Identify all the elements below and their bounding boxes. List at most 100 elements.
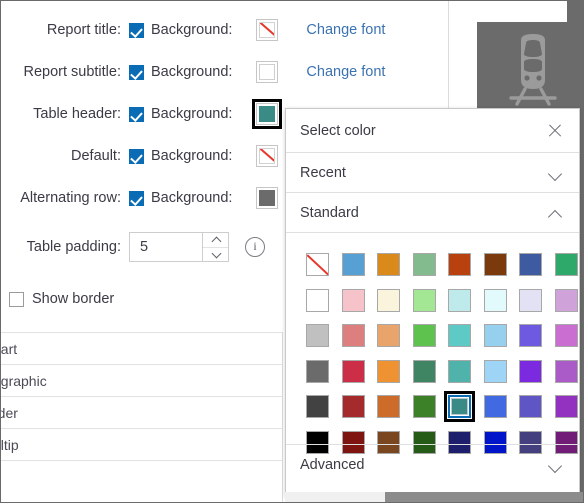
- background-checkbox-default[interactable]: [129, 148, 144, 164]
- list-item[interactable]: [1, 460, 283, 492]
- color-swatch[interactable]: [519, 253, 543, 277]
- color-swatch[interactable]: [483, 359, 507, 383]
- color-swatch-cell[interactable]: [549, 283, 584, 319]
- color-swatch-cell[interactable]: [478, 247, 514, 283]
- change-font-link-report-title[interactable]: Change font: [306, 22, 385, 38]
- color-swatch-cell[interactable]: [513, 389, 549, 425]
- color-swatch-cell[interactable]: [300, 283, 336, 319]
- color-swatch-cell[interactable]: [300, 247, 336, 283]
- color-swatch-cell[interactable]: [336, 389, 372, 425]
- color-swatch-cell[interactable]: [336, 318, 372, 354]
- color-swatch[interactable]: [451, 398, 468, 415]
- color-swatch[interactable]: [306, 395, 330, 419]
- chevron-down-icon[interactable]: [203, 248, 228, 262]
- color-swatch[interactable]: [377, 253, 401, 277]
- background-color-button-report-title[interactable]: [256, 19, 279, 41]
- color-swatch-cell[interactable]: [407, 318, 443, 354]
- color-swatch-cell[interactable]: [371, 354, 407, 390]
- color-swatch-cell[interactable]: [478, 389, 514, 425]
- color-swatch[interactable]: [483, 253, 507, 277]
- color-swatch[interactable]: [341, 324, 365, 348]
- info-icon[interactable]: [245, 237, 265, 257]
- color-swatch-cell[interactable]: [442, 247, 478, 283]
- color-swatch[interactable]: [412, 359, 436, 383]
- no-color-swatch-icon[interactable]: [306, 253, 330, 277]
- chevron-up-icon[interactable]: [549, 206, 563, 220]
- color-swatch-cell[interactable]: [442, 318, 478, 354]
- color-swatch-cell[interactable]: [407, 247, 443, 283]
- color-swatch[interactable]: [306, 359, 330, 383]
- color-swatch[interactable]: [554, 253, 578, 277]
- color-swatch-cell[interactable]: [300, 354, 336, 390]
- color-swatch[interactable]: [519, 359, 543, 383]
- color-swatch-cell[interactable]: [549, 389, 584, 425]
- chevron-up-icon[interactable]: [203, 233, 228, 248]
- list-item[interactable]: ographic: [1, 364, 283, 396]
- show-border-checkbox[interactable]: [9, 291, 24, 307]
- color-swatch[interactable]: [448, 324, 472, 348]
- section-advanced[interactable]: Advanced: [286, 444, 579, 484]
- color-swatch-cell[interactable]: [442, 389, 478, 425]
- color-swatch-cell[interactable]: [513, 283, 549, 319]
- color-swatch[interactable]: [448, 359, 472, 383]
- list-item[interactable]: rder: [1, 396, 283, 428]
- color-swatch-cell[interactable]: [513, 354, 549, 390]
- color-swatch-cell[interactable]: [549, 354, 584, 390]
- color-swatch-cell[interactable]: [549, 247, 584, 283]
- color-swatch-cell[interactable]: [300, 389, 336, 425]
- color-swatch-cell[interactable]: [513, 247, 549, 283]
- color-swatch-cell[interactable]: [478, 283, 514, 319]
- color-swatch[interactable]: [412, 253, 436, 277]
- background-color-button-default[interactable]: [256, 145, 279, 167]
- color-swatch[interactable]: [341, 288, 365, 312]
- color-swatch-cell[interactable]: [336, 283, 372, 319]
- color-swatch-cell[interactable]: [478, 318, 514, 354]
- horizontal-scrollbar-thumb[interactable]: [385, 492, 583, 502]
- color-swatch[interactable]: [483, 324, 507, 348]
- background-checkbox-report-title[interactable]: [129, 22, 144, 38]
- list-item[interactable]: oltip: [1, 428, 283, 460]
- color-swatch[interactable]: [377, 288, 401, 312]
- color-swatch-cell[interactable]: [407, 354, 443, 390]
- color-swatch[interactable]: [341, 359, 365, 383]
- background-color-button-alternating-row[interactable]: [256, 187, 279, 209]
- show-border-row[interactable]: Show border: [9, 284, 114, 314]
- color-swatch-cell[interactable]: [371, 318, 407, 354]
- color-swatch-cell[interactable]: [336, 354, 372, 390]
- color-swatch[interactable]: [341, 253, 365, 277]
- color-swatch-cell[interactable]: [549, 318, 584, 354]
- table-padding-value[interactable]: 5: [130, 233, 202, 261]
- color-swatch[interactable]: [448, 288, 472, 312]
- color-swatch-cell[interactable]: [442, 283, 478, 319]
- color-swatch[interactable]: [519, 324, 543, 348]
- color-swatch[interactable]: [554, 395, 578, 419]
- color-swatch[interactable]: [483, 288, 507, 312]
- color-swatch[interactable]: [377, 395, 401, 419]
- chevron-down-icon[interactable]: [549, 458, 563, 472]
- background-checkbox-report-subtitle[interactable]: [129, 64, 144, 80]
- color-swatch-cell[interactable]: [371, 247, 407, 283]
- change-font-link-report-subtitle[interactable]: Change font: [306, 64, 385, 80]
- color-swatch[interactable]: [554, 359, 578, 383]
- color-swatch[interactable]: [377, 359, 401, 383]
- table-padding-stepper[interactable]: 5: [129, 232, 229, 262]
- section-standard[interactable]: Standard: [286, 193, 579, 233]
- color-swatch[interactable]: [554, 288, 578, 312]
- chevron-down-icon[interactable]: [549, 166, 563, 180]
- color-swatch[interactable]: [412, 395, 436, 419]
- color-swatch-cell[interactable]: [407, 389, 443, 425]
- background-checkbox-table-header[interactable]: [129, 106, 144, 122]
- horizontal-scrollbar[interactable]: [285, 492, 583, 502]
- color-swatch-cell[interactable]: [442, 354, 478, 390]
- color-swatch[interactable]: [341, 395, 365, 419]
- background-color-button-report-subtitle[interactable]: [256, 61, 279, 83]
- color-swatch[interactable]: [306, 324, 330, 348]
- color-swatch[interactable]: [412, 324, 436, 348]
- background-color-button-table-header[interactable]: [252, 99, 283, 129]
- color-swatch[interactable]: [306, 288, 330, 312]
- color-swatch-cell[interactable]: [371, 389, 407, 425]
- color-swatch[interactable]: [377, 324, 401, 348]
- color-swatch-cell[interactable]: [371, 283, 407, 319]
- color-swatch-cell[interactable]: [407, 283, 443, 319]
- section-recent[interactable]: Recent: [286, 153, 579, 193]
